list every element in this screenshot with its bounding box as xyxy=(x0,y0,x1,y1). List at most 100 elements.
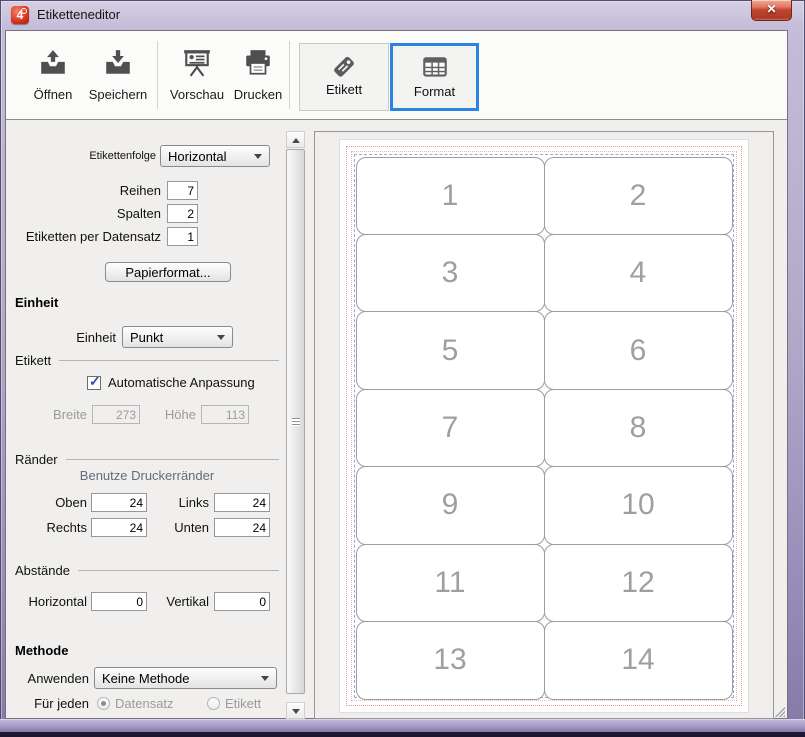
rows-row: Reihen xyxy=(16,181,198,200)
tab-format-label: Format xyxy=(414,84,455,99)
per-record-input[interactable] xyxy=(167,227,198,246)
width-input xyxy=(92,405,140,424)
scroll-down-button[interactable] xyxy=(286,702,305,719)
open-label: Öffnen xyxy=(24,87,82,102)
margin-left-label: Links xyxy=(155,495,209,510)
unit-row: Einheit Punkt xyxy=(16,326,233,348)
label-cell: 13 xyxy=(356,621,545,699)
toolbar: Öffnen Speichern xyxy=(6,31,787,120)
print-label: Drucken xyxy=(229,87,287,102)
apply-dropdown[interactable]: Keine Methode xyxy=(94,667,277,689)
label-cell: 1 xyxy=(356,157,545,235)
open-button[interactable]: Öffnen xyxy=(24,43,82,109)
scroll-up-button[interactable] xyxy=(286,131,305,148)
label-cell: 12 xyxy=(544,544,733,622)
preview-icon xyxy=(165,43,229,83)
label-cell: 2 xyxy=(544,157,733,235)
rows-input[interactable] xyxy=(167,181,198,200)
open-icon xyxy=(24,43,82,83)
unit-section-header: Einheit xyxy=(15,295,58,310)
for-each-label: Für jeden xyxy=(16,696,89,711)
margin-bottom-label: Unten xyxy=(155,520,209,535)
label-cell: 11 xyxy=(356,544,545,622)
per-record-label: Etiketten per Datensatz xyxy=(16,229,161,244)
unit-value: Punkt xyxy=(130,330,163,345)
arrow-down-icon xyxy=(292,709,300,714)
label-section-header: Etikett xyxy=(15,353,279,368)
apply-row: Anwenden Keine Methode xyxy=(16,667,277,689)
preview-label: Vorschau xyxy=(165,87,229,102)
chevron-down-icon xyxy=(217,335,225,340)
tab-format[interactable]: Format xyxy=(390,43,479,111)
titlebar[interactable]: 4 Etiketteneditor ✕ xyxy=(0,0,805,30)
scrollbar-thumb[interactable] xyxy=(286,149,305,694)
for-each-row: Für jeden Datensatz Etikett xyxy=(16,696,261,711)
v-gap-label: Vertikal xyxy=(155,594,209,609)
apply-value: Keine Methode xyxy=(102,671,189,686)
toolbar-separator xyxy=(289,41,290,109)
window-frame-bottom xyxy=(0,719,805,737)
save-icon xyxy=(83,43,153,83)
h-gap-input[interactable] xyxy=(91,592,147,611)
label-cell: 10 xyxy=(544,466,733,544)
paper-format-button[interactable]: Papierformat... xyxy=(105,262,231,282)
print-button[interactable]: Drucken xyxy=(229,43,287,109)
print-icon xyxy=(229,43,287,83)
sequence-dropdown[interactable]: Horizontal xyxy=(160,145,270,167)
chevron-down-icon xyxy=(261,676,269,681)
unit-dropdown[interactable]: Punkt xyxy=(122,326,233,348)
auto-fit-checkbox[interactable]: ✓ xyxy=(87,376,101,390)
check-icon: ✓ xyxy=(89,373,101,390)
width-label: Breite xyxy=(16,407,87,422)
cols-input[interactable] xyxy=(167,204,198,223)
close-button[interactable]: ✕ xyxy=(751,0,792,21)
apply-label: Anwenden xyxy=(16,671,89,686)
resize-grip[interactable] xyxy=(773,705,785,717)
preview-panel: 1234567891011121314 xyxy=(314,131,774,719)
table-icon xyxy=(393,46,476,84)
cols-row: Spalten xyxy=(16,204,198,223)
auto-fit-label: Automatische Anpassung xyxy=(108,375,255,390)
vertical-scrollbar[interactable] xyxy=(286,131,305,719)
scrollbar-grip-icon xyxy=(292,418,300,426)
margin-left-input[interactable] xyxy=(214,493,270,512)
radio-etikett-label: Etikett xyxy=(225,696,261,711)
etiketteneditor-window: 4 Etiketteneditor ✕ Öffnen xyxy=(0,0,805,737)
margins-section-header: Ränder xyxy=(15,452,279,467)
label-cell: 6 xyxy=(544,311,733,389)
cols-label: Spalten xyxy=(16,206,161,221)
preview-page: 1234567891011121314 xyxy=(339,139,749,713)
rows-label: Reihen xyxy=(16,183,161,198)
sequence-value: Horizontal xyxy=(168,149,227,164)
save-button[interactable]: Speichern xyxy=(83,43,153,109)
per-record-row: Etiketten per Datensatz xyxy=(16,227,198,246)
tab-etikett[interactable]: Etikett xyxy=(299,43,389,111)
chevron-down-icon xyxy=(254,154,262,159)
label-cell: 14 xyxy=(544,621,733,699)
margin-bottom-input[interactable] xyxy=(214,518,270,537)
margin-top-input[interactable] xyxy=(91,493,147,512)
radio-etikett[interactable] xyxy=(207,697,220,710)
height-input xyxy=(201,405,249,424)
preview-button[interactable]: Vorschau xyxy=(165,43,229,109)
tag-icon xyxy=(300,44,388,82)
margin-right-input[interactable] xyxy=(91,518,147,537)
v-gap-input[interactable] xyxy=(214,592,270,611)
radio-datensatz[interactable] xyxy=(97,697,110,710)
size-row: Breite Höhe xyxy=(16,405,249,424)
tab-etikett-label: Etikett xyxy=(326,82,362,97)
sequence-label: Etikettenfolge xyxy=(16,150,156,162)
label-cell: 4 xyxy=(544,234,733,312)
margin-top-label: Oben xyxy=(16,495,87,510)
sequence-row: Etikettenfolge Horizontal xyxy=(16,145,270,167)
arrow-up-icon xyxy=(292,138,300,143)
window-content: Öffnen Speichern xyxy=(5,30,788,719)
toolbar-separator xyxy=(157,41,158,109)
gaps-row: Horizontal Vertikal xyxy=(16,592,270,611)
label-grid: 1234567891011121314 xyxy=(356,157,732,699)
auto-fit-row: ✓ Automatische Anpassung xyxy=(87,375,255,390)
margin-right-bottom-row: Rechts Unten xyxy=(16,518,270,537)
label-cell: 3 xyxy=(356,234,545,312)
printer-margins-label: Benutze Druckerränder xyxy=(15,468,279,483)
margin-top-left-row: Oben Links xyxy=(16,493,270,512)
